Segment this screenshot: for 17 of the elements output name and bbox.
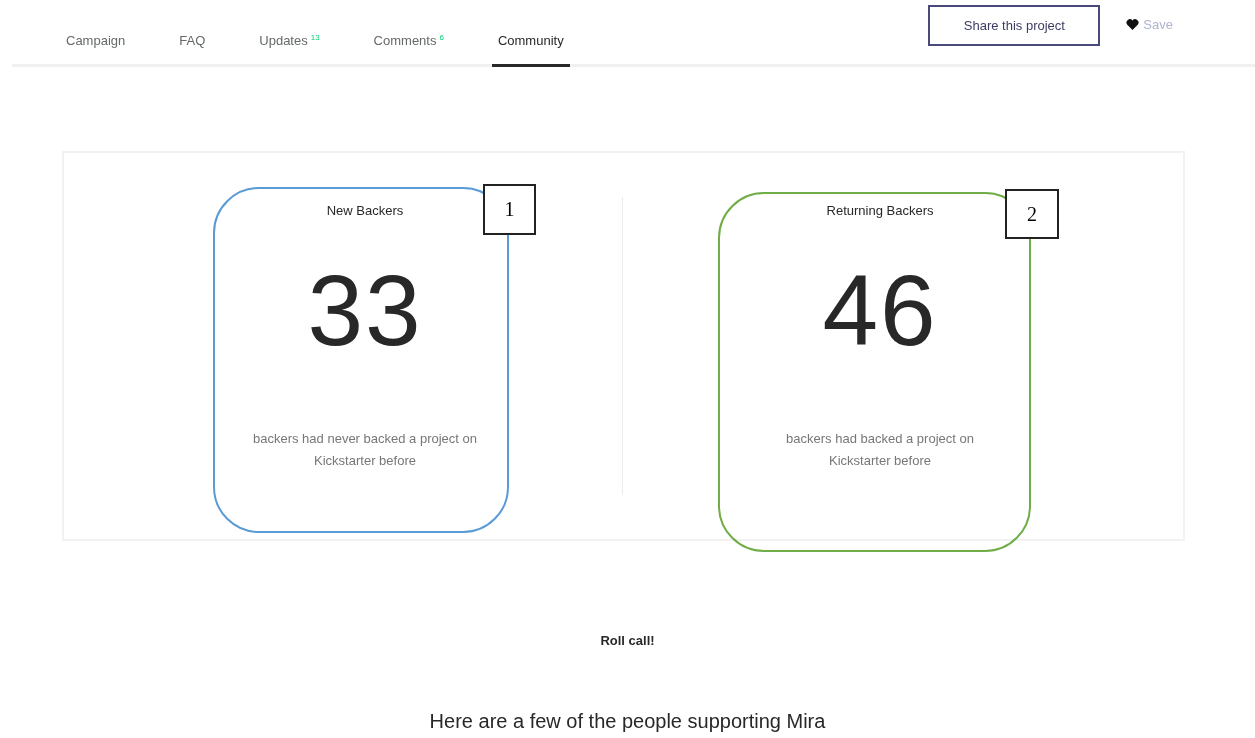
stat-description: backers had backed a project on Kickstarter before	[785, 430, 975, 470]
nav-tab[interactable]: Updates $^{13}$	[259, 0, 320, 67]
supporters-heading: Here are a few of the people supporting Mira	[428, 710, 827, 733]
stat-title: New Backers	[326, 203, 404, 218]
heart-icon	[1126, 19, 1140, 30]
stat-number: 46	[821, 260, 939, 360]
share-button[interactable]: Share this project	[928, 5, 1101, 46]
nav-tab[interactable]: FAQ	[179, 0, 206, 67]
stat-description: backers had never backed a project on Kickstarter before	[252, 430, 478, 470]
nav-tab[interactable]: Comments $^{6}$	[373, 0, 444, 67]
section-title: Roll call!	[599, 633, 656, 648]
nav-tab[interactable]: Community	[491, 0, 570, 67]
callout-label: 1	[483, 184, 536, 235]
nav-tab[interactable]: Campaign	[66, 0, 126, 67]
stat-number: 33	[306, 260, 424, 360]
stat-title: Returning Backers	[826, 203, 934, 218]
callout-label: 2	[1005, 189, 1059, 239]
